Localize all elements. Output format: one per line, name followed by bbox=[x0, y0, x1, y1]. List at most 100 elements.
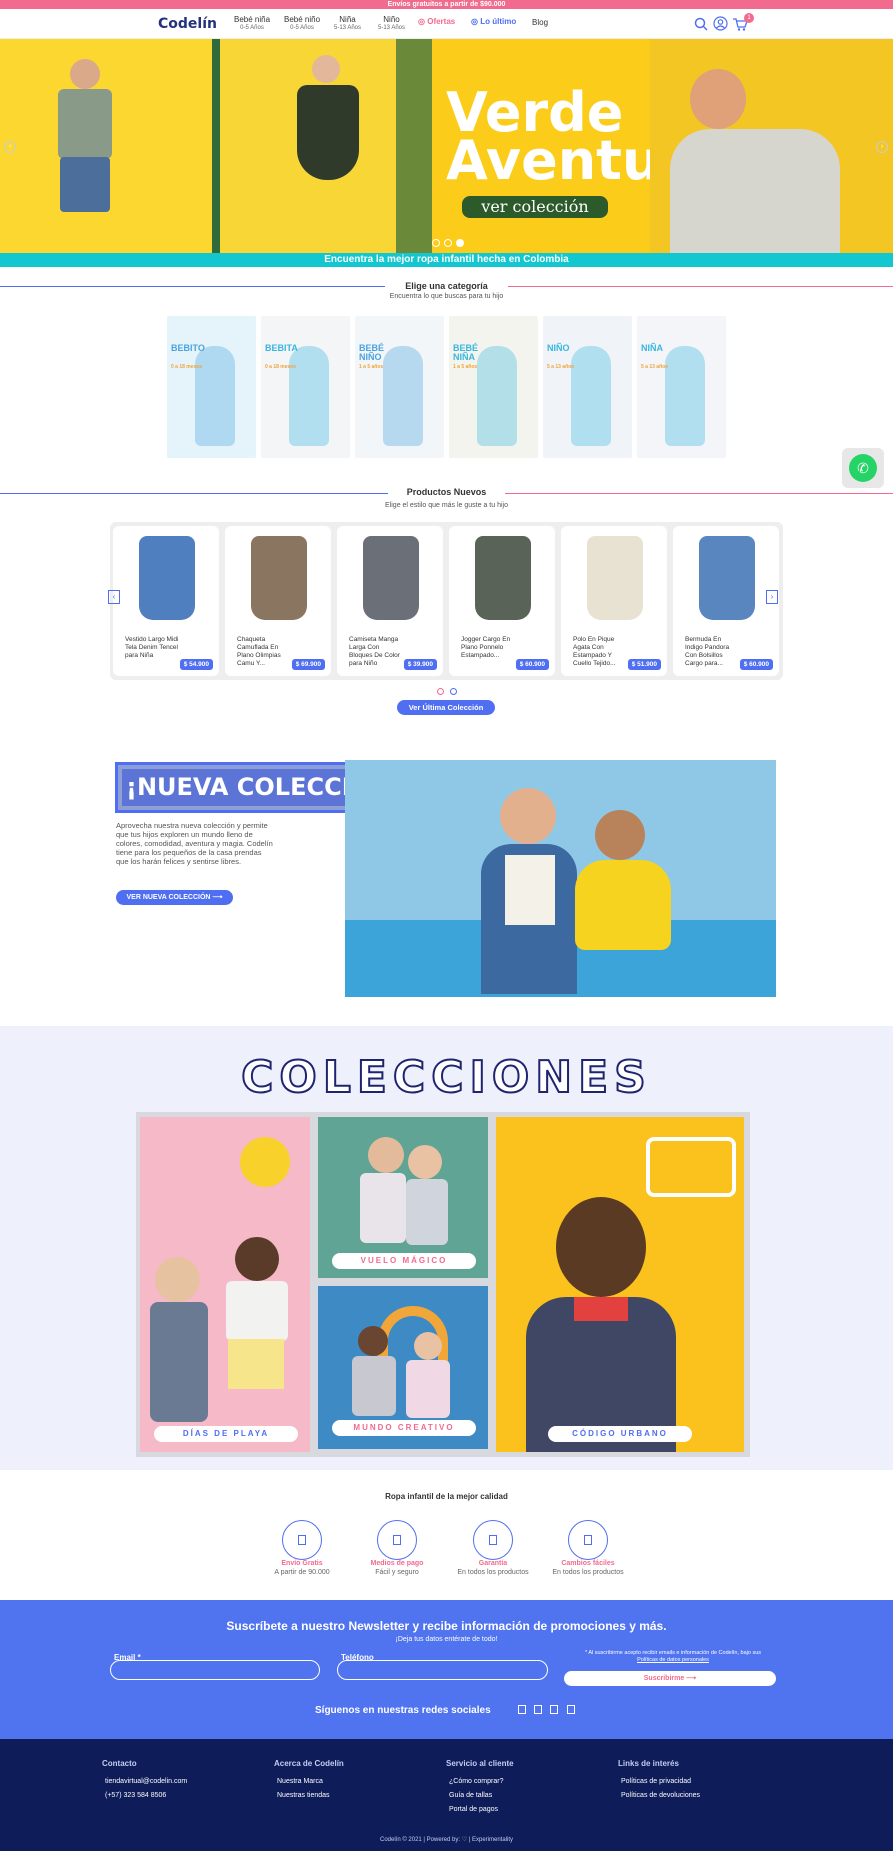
products-title: Productos Nuevos bbox=[406, 487, 487, 497]
feature-icon bbox=[473, 1520, 513, 1560]
tiktok-icon[interactable] bbox=[567, 1705, 575, 1714]
search-icon[interactable] bbox=[694, 17, 708, 31]
nav-nina[interactable]: Niña 5-13 Años bbox=[334, 15, 361, 33]
hero-cta-button[interactable]: ver colección bbox=[462, 196, 608, 218]
hero-dot-active[interactable] bbox=[456, 239, 464, 247]
coleccion-dias-de-playa[interactable]: DÍAS DE PLAYA bbox=[140, 1117, 310, 1452]
footer-link[interactable]: tiendavirtual@codelin.com bbox=[105, 1778, 187, 1785]
carousel-dot[interactable] bbox=[437, 688, 444, 695]
nav-lo-ultimo[interactable]: ◎ Lo último bbox=[471, 17, 516, 26]
product-card[interactable]: Jogger Cargo En Plano Ponnelo Estampado.… bbox=[449, 526, 555, 676]
footer-heading: Links de interés bbox=[618, 1759, 679, 1768]
product-card[interactable]: Chaqueta Camuflada En Plano Olimpias Cam… bbox=[225, 526, 331, 676]
youtube-icon[interactable] bbox=[550, 1705, 558, 1714]
powered-by-link[interactable]: | Experimentality bbox=[469, 1837, 513, 1843]
category-card[interactable]: NIÑO 5 a 13 años bbox=[543, 316, 632, 458]
product-card[interactable]: Camiseta Manga Larga Con Bloques De Colo… bbox=[337, 526, 443, 676]
feature-title: Medios de pago bbox=[370, 1560, 424, 1567]
product-image[interactable] bbox=[587, 536, 643, 620]
category-card[interactable]: NIÑA 5 a 13 años bbox=[637, 316, 726, 458]
category-label: NIÑA bbox=[641, 343, 663, 353]
nav-ofertas[interactable]: ◎ Ofertas bbox=[418, 17, 455, 26]
category-age: 0 a 18 meses bbox=[171, 364, 202, 370]
nav-blog[interactable]: Blog bbox=[532, 18, 548, 27]
whatsapp-icon[interactable]: ✆ bbox=[849, 454, 877, 482]
product-image[interactable] bbox=[699, 536, 755, 620]
footer-link[interactable]: Guía de tallas bbox=[449, 1792, 492, 1799]
nav-label: Niña bbox=[339, 15, 356, 24]
feature-subtitle: En todos los productos bbox=[457, 1569, 529, 1576]
email-input[interactable] bbox=[110, 1660, 320, 1680]
heart-icon: ♡ bbox=[461, 1837, 468, 1843]
nueva-description: Aprovecha nuestra nueva colección y perm… bbox=[116, 821, 273, 866]
hero-banner[interactable]: Verde Aventura ver colección ‹ › bbox=[0, 39, 893, 253]
nav-bebe-nina[interactable]: Bebé niña 0-5 Años bbox=[234, 15, 270, 33]
user-icon[interactable] bbox=[713, 16, 728, 31]
carousel-next-arrow[interactable]: › bbox=[766, 590, 778, 604]
nav-sub: 0-5 Años bbox=[240, 25, 264, 31]
coleccion-vuelo-magico[interactable]: VUELO MÁGICO bbox=[318, 1117, 488, 1278]
product-image[interactable] bbox=[139, 536, 195, 620]
promo-bar: Envíos gratuitos a partir de $90.000 bbox=[0, 0, 893, 9]
product-name[interactable]: Vestido Largo Midi Tela Denim Tencel par… bbox=[125, 636, 179, 660]
footer-link[interactable]: Nuestras tiendas bbox=[277, 1792, 330, 1799]
star-icon: ◎ bbox=[471, 17, 478, 26]
coleccion-label[interactable]: VUELO MÁGICO bbox=[332, 1253, 476, 1269]
nav-label: Bebé niña bbox=[234, 15, 271, 24]
footer-link[interactable]: Portal de pagos bbox=[449, 1806, 498, 1813]
coleccion-label[interactable]: DÍAS DE PLAYA bbox=[154, 1426, 298, 1442]
hero-prev-arrow[interactable]: ‹ bbox=[4, 141, 16, 153]
coleccion-label[interactable]: CÓDIGO URBANO bbox=[548, 1426, 692, 1442]
footer-heading: Servicio al cliente bbox=[446, 1759, 514, 1768]
category-card[interactable]: BEBÉ NIÑO 1 a 5 años bbox=[355, 316, 444, 458]
nav-ofertas-label: Ofertas bbox=[427, 17, 456, 26]
product-card[interactable]: Polo En Pique Agata Con Estampado Y Cuel… bbox=[561, 526, 667, 676]
hero-photo-boy bbox=[0, 39, 212, 253]
product-name[interactable]: Camiseta Manga Larga Con Bloques De Colo… bbox=[349, 636, 403, 668]
category-card[interactable]: BEBITO 0 a 18 meses bbox=[167, 316, 256, 458]
product-card[interactable]: Bermuda En Indigo Pandora Con Bolsillos … bbox=[673, 526, 779, 676]
footer-link[interactable]: Nuestra Marca bbox=[277, 1778, 323, 1785]
product-price: $ 69.900 bbox=[291, 659, 325, 670]
footer-link[interactable]: (+57) 323 584 8506 bbox=[105, 1792, 166, 1799]
nav-bebe-nino[interactable]: Bebé niño 0-5 Años bbox=[284, 15, 320, 33]
hero-dot[interactable] bbox=[444, 239, 452, 247]
footer-link[interactable]: Políticas de devoluciones bbox=[621, 1792, 700, 1799]
facebook-icon[interactable] bbox=[518, 1705, 526, 1714]
carousel-prev-arrow[interactable]: ‹ bbox=[108, 590, 120, 604]
instagram-icon[interactable] bbox=[534, 1705, 542, 1714]
category-card[interactable]: BEBITA 0 a 18 meses bbox=[261, 316, 350, 458]
footer-link[interactable]: Políticas de privacidad bbox=[621, 1778, 691, 1785]
product-name[interactable]: Polo En Pique Agata Con Estampado Y Cuel… bbox=[573, 636, 627, 668]
feature-subtitle: Fácil y seguro bbox=[375, 1569, 419, 1576]
ver-nueva-coleccion-button[interactable]: VER NUEVA COLECCIÓN ⟶ bbox=[116, 890, 233, 905]
privacy-policy-link[interactable]: Políticas de datos personales bbox=[637, 1657, 709, 1663]
sun-decoration bbox=[240, 1137, 290, 1187]
ver-ultima-coleccion-button[interactable]: Ver Última Colección bbox=[397, 700, 495, 715]
footer-link[interactable]: ¿Cómo comprar? bbox=[449, 1778, 503, 1785]
subscribe-button[interactable]: Suscribirme ⟶ bbox=[564, 1671, 776, 1686]
nav-nino[interactable]: Niño 5-13 Años bbox=[378, 15, 405, 33]
product-price: $ 60.900 bbox=[515, 659, 549, 670]
hero-next-arrow[interactable]: › bbox=[876, 141, 888, 153]
product-name[interactable]: Bermuda En Indigo Pandora Con Bolsillos … bbox=[685, 636, 739, 668]
coleccion-label[interactable]: MUNDO CREATIVO bbox=[332, 1420, 476, 1436]
product-image[interactable] bbox=[363, 536, 419, 620]
product-card[interactable]: Vestido Largo Midi Tela Denim Tencel par… bbox=[113, 526, 219, 676]
logo[interactable]: Codelín bbox=[158, 16, 217, 32]
product-image[interactable] bbox=[251, 536, 307, 620]
hero-dot[interactable] bbox=[432, 239, 440, 247]
carousel-dot[interactable] bbox=[450, 688, 457, 695]
coleccion-codigo-urbano[interactable]: CÓDIGO URBANO bbox=[496, 1117, 744, 1452]
feature-title: Garantía bbox=[478, 1560, 508, 1567]
product-image[interactable] bbox=[475, 536, 531, 620]
product-price: $ 51.900 bbox=[627, 659, 661, 670]
nueva-coleccion-photo bbox=[345, 760, 776, 997]
product-price: $ 54.900 bbox=[179, 659, 213, 670]
coleccion-mundo-creativo[interactable]: MUNDO CREATIVO bbox=[318, 1286, 488, 1449]
product-name[interactable]: Chaqueta Camuflada En Plano Olimpias Cam… bbox=[237, 636, 291, 668]
phone-input[interactable] bbox=[337, 1660, 548, 1680]
whatsapp-widget[interactable]: ✆ bbox=[842, 448, 884, 488]
product-name[interactable]: Jogger Cargo En Plano Ponnelo Estampado.… bbox=[461, 636, 515, 660]
category-card[interactable]: BEBÉ NIÑA 1 a 5 años bbox=[449, 316, 538, 458]
